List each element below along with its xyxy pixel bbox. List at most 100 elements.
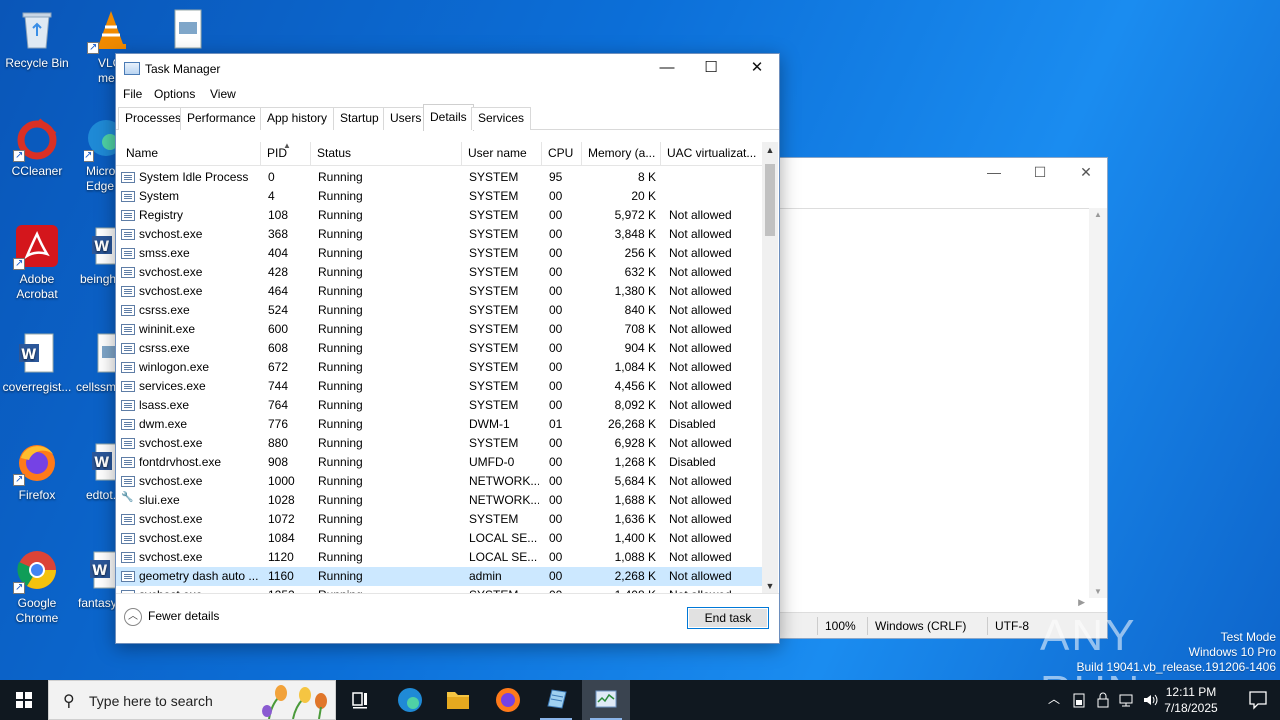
tab-app-history[interactable]: App history: [260, 107, 335, 130]
desktop-icon-word-doc-1[interactable]: W beingh...: [80, 224, 120, 287]
table-row[interactable]: System 4 Running SYSTEM 00 20 K: [116, 187, 762, 206]
cell-status: Running: [318, 550, 363, 564]
taskbar-task-manager[interactable]: [582, 680, 630, 720]
table-row[interactable]: dwm.exe 776 Running DWM-1 01 26,268 K Disabled: [116, 415, 762, 434]
cell-uac-virtualization: Not allowed: [669, 379, 732, 393]
menu-options[interactable]: Options: [154, 87, 195, 101]
table-row[interactable]: svchost.exe 880 Running SYSTEM 00 6,928 K Not …: [116, 434, 762, 453]
taskbar-notepad[interactable]: [532, 680, 580, 720]
desktop-icon-image-file-2[interactable]: cellssm...: [76, 332, 116, 395]
table-row[interactable]: smss.exe 404 Running SYSTEM 00 256 K Not allow…: [116, 244, 762, 263]
column-cpu[interactable]: CPU: [542, 142, 582, 166]
table-row[interactable]: Registry 108 Running SYSTEM 00 5,972 K Not all…: [116, 206, 762, 225]
lock-icon[interactable]: [1096, 692, 1110, 708]
column-user-name[interactable]: User name: [462, 142, 542, 166]
notepad-vertical-scrollbar[interactable]: ▲ ▼: [1089, 208, 1107, 598]
cell-name: fontdrvhost.exe: [139, 455, 222, 469]
desktop-icon-word-doc-2[interactable]: W coverregist...: [0, 332, 74, 395]
tab-users[interactable]: Users: [383, 107, 429, 130]
tab-startup[interactable]: Startup: [333, 107, 386, 130]
tab-services[interactable]: Services: [471, 107, 532, 130]
scroll-down-icon[interactable]: ▼: [762, 578, 778, 594]
scroll-down-icon[interactable]: ▼: [1094, 587, 1102, 596]
notepad-text-area[interactable]: [779, 208, 1089, 598]
minimize-icon[interactable]: —: [971, 164, 1017, 180]
table-row[interactable]: geometry dash auto ... 1160 Running admin 00…: [116, 567, 762, 586]
taskbar-clock[interactable]: 12:11 PM 7/18/2025: [1156, 684, 1226, 716]
table-row[interactable]: csrss.exe 608 Running SYSTEM 00 904 K Not allo…: [116, 339, 762, 358]
column-memory[interactable]: Memory (a...: [582, 142, 661, 166]
minimize-icon[interactable]: —: [644, 54, 690, 83]
table-row[interactable]: svchost.exe 464 Running SYSTEM 00 1,380 K Not …: [116, 282, 762, 301]
cell-cpu: 95: [549, 170, 563, 184]
notification-center-button[interactable]: [1236, 680, 1280, 720]
scrollbar-thumb[interactable]: [765, 164, 775, 236]
desktop-icon-image-file[interactable]: [150, 8, 224, 56]
cell-pid: 880: [268, 436, 289, 450]
desktop-icon-chrome[interactable]: Google Chrome: [0, 548, 74, 626]
battery-icon[interactable]: [1072, 692, 1086, 708]
menu-view[interactable]: View: [210, 87, 236, 101]
desktop-icon-recycle-bin[interactable]: Recycle Bin: [0, 8, 74, 71]
table-row[interactable]: svchost.exe 368 Running SYSTEM 00 3,848 K Not …: [116, 225, 762, 244]
desktop-icon-word-doc-4[interactable]: W fantasy...: [78, 548, 118, 611]
table-row[interactable]: svchost.exe 1084 Running LOCAL SE... 00 1,400…: [116, 529, 762, 548]
table-row[interactable]: fontdrvhost.exe 908 Running UMFD-0 00 1,268 K…: [116, 453, 762, 472]
cell-pid: 908: [268, 455, 289, 469]
clock-date: 7/18/2025: [1164, 701, 1218, 715]
scroll-up-icon[interactable]: ▲: [1094, 210, 1102, 219]
desktop-icon-ccleaner[interactable]: CCleaner: [0, 116, 74, 179]
show-hidden-icons-chevron-icon[interactable]: ︿: [1048, 690, 1060, 707]
menu-file[interactable]: File: [123, 87, 142, 101]
taskbar-search-box[interactable]: ⚲ Type here to search: [48, 680, 336, 720]
table-row[interactable]: services.exe 744 Running SYSTEM 00 4,456 K Not…: [116, 377, 762, 396]
table-row[interactable]: svchost.exe 428 Running SYSTEM 00 632 K Not al…: [116, 263, 762, 282]
task-manager-titlebar[interactable]: Task Manager — ☐ ✕: [116, 54, 779, 83]
task-manager-window[interactable]: Task Manager — ☐ ✕ File Options View Pro…: [115, 53, 780, 644]
desktop-icon-word-doc-3[interactable]: W edtot...: [80, 440, 120, 503]
desktop-icon-label: Firefox: [18, 488, 56, 502]
cell-name: svchost.exe: [139, 512, 203, 526]
desktop-icon-firefox[interactable]: Firefox: [0, 440, 74, 503]
network-icon[interactable]: [1118, 692, 1134, 708]
scroll-up-icon[interactable]: ▲: [762, 142, 778, 158]
task-view-button[interactable]: [336, 680, 384, 720]
end-task-button[interactable]: End task: [687, 607, 769, 629]
table-row[interactable]: csrss.exe 524 Running SYSTEM 00 840 K Not allo…: [116, 301, 762, 320]
table-row[interactable]: svchost.exe 1072 Running SYSTEM 00 1,636 K Not…: [116, 510, 762, 529]
tab-processes[interactable]: Processes: [118, 107, 189, 130]
table-row[interactable]: winlogon.exe 672 Running SYSTEM 00 1,084 K Not…: [116, 358, 762, 377]
maximize-icon[interactable]: ☐: [688, 54, 734, 83]
table-row[interactable]: lsass.exe 764 Running SYSTEM 00 8,092 K Not al…: [116, 396, 762, 415]
table-row[interactable]: System Idle Process 0 Running SYSTEM 95 8 K: [116, 168, 762, 187]
column-status[interactable]: Status: [311, 142, 462, 166]
table-row[interactable]: svchost.exe 1000 Running NETWORK... 00 5,684 …: [116, 472, 762, 491]
column-uac-virtualization[interactable]: UAC virtualizat...: [661, 142, 762, 166]
taskbar-firefox[interactable]: [484, 680, 532, 720]
taskbar-file-explorer[interactable]: [434, 680, 482, 720]
cell-status: Running: [318, 493, 363, 507]
start-button[interactable]: [0, 680, 48, 720]
desktop-icon-label: edtot...: [86, 488, 120, 502]
cell-cpu: 00: [549, 379, 563, 393]
scroll-right-icon[interactable]: ▶: [1078, 597, 1085, 608]
desktop-icon-adobe-acrobat[interactable]: Adobe Acrobat: [0, 224, 74, 302]
notepad-titlebar[interactable]: — ☐ ✕: [779, 158, 1107, 188]
desktop-icon-label: beingh...: [80, 272, 120, 286]
table-row[interactable]: svchost.exe 1120 Running LOCAL SE... 00 1,088…: [116, 548, 762, 567]
tab-details[interactable]: Details: [423, 104, 474, 131]
close-icon[interactable]: ✕: [734, 54, 780, 83]
fewer-details-toggle[interactable]: ︿ Fewer details: [124, 608, 219, 626]
footer-bar: ︿ Fewer details End task: [116, 593, 779, 643]
close-icon[interactable]: ✕: [1063, 164, 1109, 181]
table-row[interactable]: wininit.exe 600 Running SYSTEM 00 708 K Not al…: [116, 320, 762, 339]
column-name[interactable]: Name: [120, 142, 261, 166]
vertical-scrollbar[interactable]: ▲ ▼: [762, 142, 778, 594]
cell-user-name: SYSTEM: [469, 170, 519, 184]
tab-performance[interactable]: Performance: [180, 107, 263, 130]
process-icon: [121, 381, 135, 392]
maximize-icon[interactable]: ☐: [1017, 164, 1063, 181]
taskbar-edge[interactable]: [386, 680, 434, 720]
notepad-window[interactable]: — ☐ ✕ ▲ ▼ ▶ 100% Windows (CRLF) UTF-8: [778, 157, 1108, 639]
table-row[interactable]: slui.exe 1028 Running NETWORK... 00 1,688 K No…: [116, 491, 762, 510]
